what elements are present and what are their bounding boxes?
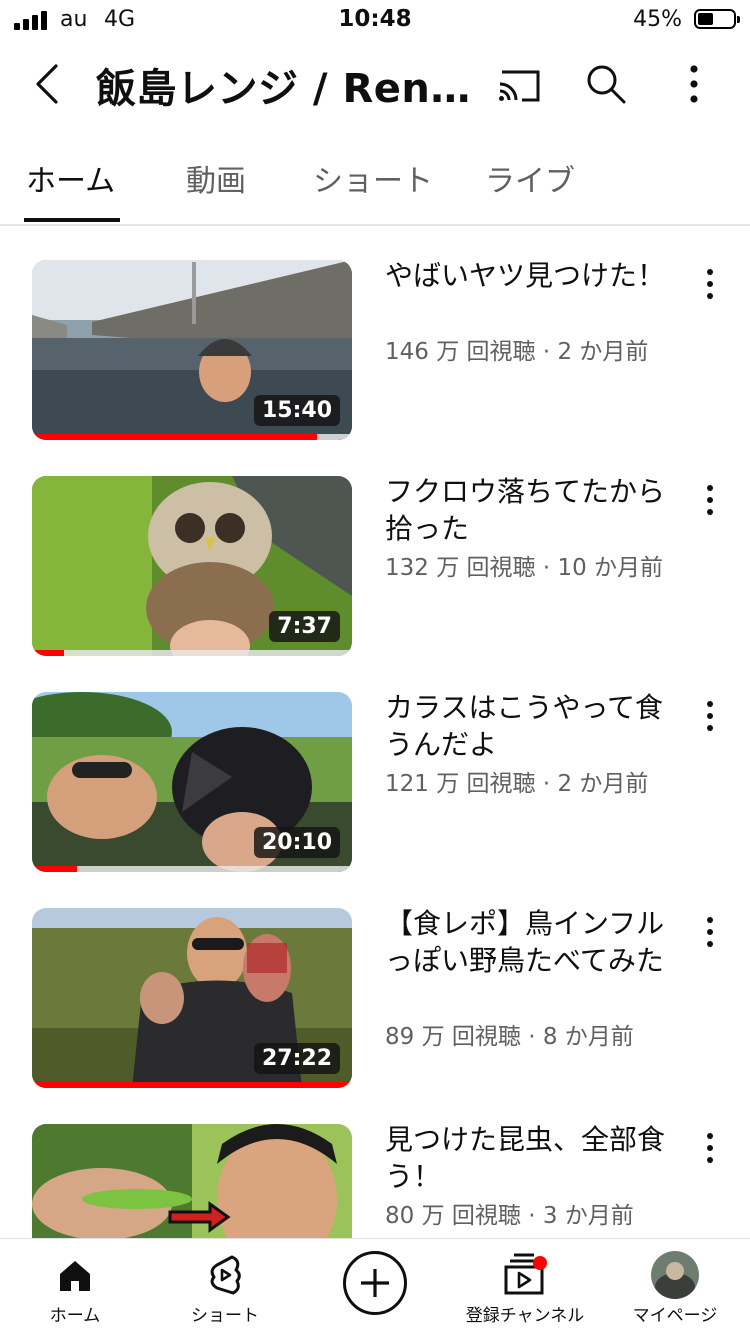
watch-progress (32, 650, 352, 656)
tab-videos[interactable]: 動画 (186, 156, 246, 200)
tab-live[interactable]: ライブ (485, 156, 575, 200)
battery-icon (694, 9, 740, 29)
video-item[interactable]: 27:22 【食レポ】鳥インフルっぽい野鳥たべてみた 89 万 回視聴 · 8 … (0, 905, 750, 1108)
video-title[interactable]: 見つけた昆虫、全部食う！ (385, 1121, 670, 1195)
video-item[interactable]: 7:37 フクロウ落ちてたから拾った 132 万 回視聴 · 10 か月前 (0, 473, 750, 676)
video-duration: 27:22 (253, 1043, 340, 1074)
battery-percentage: 45% (633, 7, 682, 32)
more-vert-icon (707, 1133, 713, 1163)
video-duration: 20:10 (253, 827, 340, 858)
bottom-navigation: ホーム ショート 登録チャンネル マイページ (0, 1238, 750, 1335)
video-duration: 7:37 (269, 611, 340, 642)
video-title[interactable]: やばいヤツ見つけた！ (385, 257, 670, 294)
more-vert-icon (690, 65, 698, 103)
more-options-button[interactable] (670, 60, 718, 108)
search-button[interactable] (582, 60, 630, 108)
video-meta: 80 万 回視聴 · 3 か月前 (385, 1203, 634, 1229)
cast-button[interactable] (494, 60, 542, 108)
watch-progress (32, 1082, 352, 1088)
nav-mypage[interactable]: マイページ (600, 1239, 750, 1335)
nav-subscriptions[interactable]: 登録チャンネル (450, 1239, 600, 1335)
tab-shorts[interactable]: ショート (313, 156, 433, 200)
channel-title: 飯島レンジ / Renj... (96, 66, 476, 112)
create-button[interactable] (343, 1251, 407, 1315)
watch-progress (32, 434, 352, 440)
status-bar: au 4G 10:48 45% (0, 0, 750, 40)
video-thumbnail[interactable]: 7:37 (32, 476, 352, 656)
video-meta: 132 万 回視聴 · 10 か月前 (385, 555, 664, 581)
video-menu-button[interactable] (696, 696, 724, 736)
video-menu-button[interactable] (696, 480, 724, 520)
more-vert-icon (707, 701, 713, 731)
nav-subscriptions-label: 登録チャンネル (465, 1306, 585, 1326)
plus-icon (361, 1269, 389, 1297)
nav-mypage-label: マイページ (632, 1306, 718, 1326)
video-title[interactable]: カラスはこうやって食うんだよ (385, 689, 670, 763)
video-title[interactable]: 【食レポ】鳥インフルっぽい野鳥たべてみた (385, 905, 670, 979)
video-menu-button[interactable] (696, 912, 724, 952)
video-thumbnail[interactable]: 15:40 (32, 260, 352, 440)
more-vert-icon (707, 269, 713, 299)
more-vert-icon (707, 485, 713, 515)
avatar (651, 1251, 699, 1299)
tab-home[interactable]: ホーム (26, 156, 115, 200)
nav-home[interactable]: ホーム (0, 1239, 150, 1335)
watch-progress (32, 866, 352, 872)
subscriptions-icon (504, 1253, 547, 1295)
home-icon (60, 1261, 90, 1291)
cast-icon (499, 70, 540, 102)
video-thumbnail[interactable]: 27:22 (32, 908, 352, 1088)
video-duration: 15:40 (253, 395, 340, 426)
shorts-icon (210, 1255, 241, 1295)
back-button[interactable] (26, 58, 78, 110)
active-tab-indicator (24, 218, 120, 222)
more-vert-icon (707, 917, 713, 947)
video-title[interactable]: フクロウ落ちてたから拾った (385, 473, 670, 547)
video-meta: 89 万 回視聴 · 8 か月前 (385, 1024, 634, 1050)
channel-tabs: ホーム 動画 ショート ライブ (0, 140, 750, 226)
search-icon (587, 65, 626, 104)
video-item[interactable]: 20:10 カラスはこうやって食うんだよ 121 万 回視聴 · 2 か月前 (0, 689, 750, 892)
video-menu-button[interactable] (696, 264, 724, 304)
video-menu-button[interactable] (696, 1128, 724, 1168)
nav-shorts-label: ショート (191, 1306, 259, 1326)
video-item[interactable]: 15:40 やばいヤツ見つけた！ 146 万 回視聴 · 2 か月前 (0, 257, 750, 460)
nav-shorts[interactable]: ショート (150, 1239, 300, 1335)
video-thumbnail[interactable]: 20:10 (32, 692, 352, 872)
back-icon (36, 64, 58, 104)
nav-home-label: ホーム (49, 1306, 101, 1326)
video-meta: 146 万 回視聴 · 2 か月前 (385, 339, 649, 365)
video-meta: 121 万 回視聴 · 2 か月前 (385, 771, 649, 797)
